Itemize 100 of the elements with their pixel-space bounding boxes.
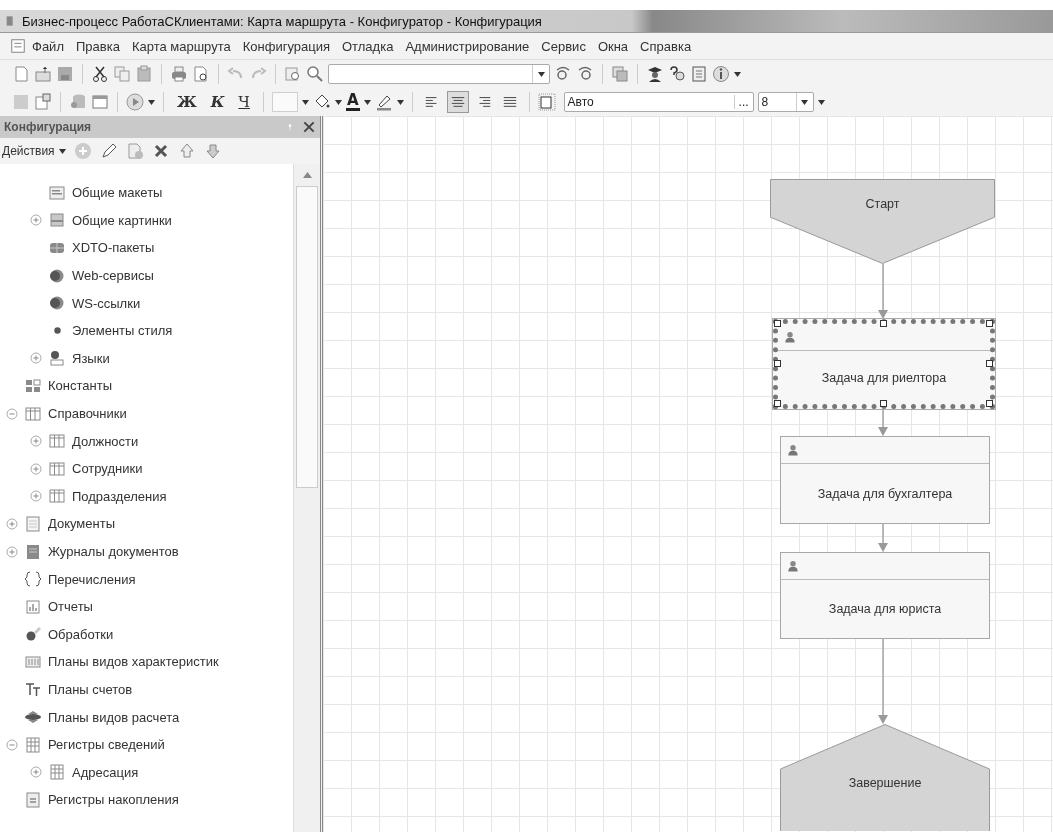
move-down-icon[interactable] xyxy=(203,142,222,160)
tree-item[interactable]: Языки xyxy=(72,350,110,366)
expand-icon[interactable] xyxy=(30,462,42,475)
database-icon[interactable] xyxy=(69,93,87,111)
menu-item[interactable]: Справка xyxy=(634,36,698,56)
tree-item[interactable]: Обработки xyxy=(48,626,114,642)
color-swatch[interactable] xyxy=(271,92,298,112)
tree-item[interactable]: Журналы документов xyxy=(48,544,179,559)
connector-arrow xyxy=(878,408,888,436)
paste-icon[interactable] xyxy=(135,65,153,83)
scrollbar[interactable] xyxy=(293,164,320,832)
expand-icon[interactable] xyxy=(30,490,42,503)
dropdown-caret-icon[interactable] xyxy=(334,99,342,105)
menu-item[interactable]: Файл xyxy=(26,36,70,56)
tree-item[interactable]: Планы видов характеристик xyxy=(48,654,219,670)
tree-item[interactable]: Общие картинки xyxy=(72,212,172,228)
underline-button[interactable]: Ч xyxy=(233,93,255,111)
actions-caret-icon[interactable] xyxy=(58,148,66,154)
tree-item[interactable]: Константы xyxy=(48,378,112,394)
menu-item[interactable]: Отладка xyxy=(336,36,400,56)
menu-item[interactable]: Конфигурация xyxy=(236,36,336,56)
italic-button[interactable]: К xyxy=(205,93,230,111)
dropdown-caret-icon[interactable] xyxy=(801,99,809,105)
info-icon[interactable] xyxy=(712,65,730,83)
grid-cell-icon[interactable] xyxy=(12,93,30,111)
resize-handle[interactable] xyxy=(986,320,993,327)
pencil-icon[interactable] xyxy=(99,142,118,160)
font-field[interactable]: Авто ... xyxy=(563,92,754,112)
find-in-files-icon[interactable] xyxy=(284,65,302,83)
dropdown-caret-icon[interactable] xyxy=(301,99,309,105)
search-icon[interactable] xyxy=(306,65,324,83)
person-icon xyxy=(786,443,800,457)
resize-handle[interactable] xyxy=(774,360,781,367)
tree-item[interactable]: WS-ссылки xyxy=(72,295,141,311)
start-node[interactable]: Старт xyxy=(770,179,995,264)
dropdown-caret-icon[interactable] xyxy=(537,71,545,77)
end-node[interactable]: Завершение xyxy=(780,724,990,831)
resize-handle[interactable] xyxy=(986,400,993,407)
menu-app-icon[interactable] xyxy=(10,38,26,54)
close-icon[interactable] xyxy=(302,120,316,134)
expand-icon[interactable] xyxy=(30,435,42,448)
tree-item[interactable]: Справочники xyxy=(48,406,127,422)
scissors-icon[interactable] xyxy=(91,65,109,83)
tree-item[interactable]: Адресация xyxy=(72,764,139,780)
dropdown-caret-icon[interactable] xyxy=(363,99,371,105)
tree-item[interactable]: Планы счетов xyxy=(48,682,133,697)
tree-item[interactable]: XDTO-пакеты xyxy=(72,240,155,256)
frame-icon[interactable] xyxy=(537,93,556,111)
menu-item[interactable]: Карта маршрута xyxy=(125,36,237,56)
tree-item[interactable]: Планы видов расчета xyxy=(48,709,180,725)
task-node[interactable]: Задача для риелтора xyxy=(773,319,995,409)
run-caret-icon[interactable] xyxy=(148,99,155,105)
tree-item[interactable]: Документы xyxy=(48,516,115,532)
tree-item[interactable]: Регистры сведений xyxy=(48,737,165,753)
expand-icon[interactable] xyxy=(6,517,18,530)
menu-item[interactable]: Правка xyxy=(69,36,126,56)
tree-item[interactable]: Сотрудники xyxy=(72,461,143,477)
menu-item[interactable]: Администрирование xyxy=(399,36,536,56)
save-icon[interactable] xyxy=(56,65,74,83)
tree-item[interactable]: Отчеты xyxy=(48,599,93,615)
tree-item[interactable]: Перечисления xyxy=(48,571,136,587)
actions-menu-button[interactable]: Действия xyxy=(2,144,55,158)
more-caret-icon[interactable] xyxy=(734,71,741,77)
resize-handle[interactable] xyxy=(986,360,993,367)
table-edit-icon[interactable] xyxy=(34,93,52,111)
menu-item[interactable]: Окна xyxy=(591,36,635,56)
resize-handle[interactable] xyxy=(774,320,781,327)
diagram-canvas[interactable]: Старт Задача для риелтора Задача для бухгалтера Задача для юриста Завершение xyxy=(323,116,1053,832)
windows-icon[interactable] xyxy=(611,65,629,83)
print-preview-icon[interactable] xyxy=(192,65,210,83)
form-icon[interactable] xyxy=(91,93,109,111)
resize-handle[interactable] xyxy=(880,320,887,327)
resize-handle[interactable] xyxy=(774,400,781,407)
expand-icon[interactable] xyxy=(30,766,42,779)
open-icon[interactable] xyxy=(34,65,52,83)
more-caret-icon[interactable] xyxy=(817,99,825,105)
font-color-button[interactable]: A xyxy=(345,93,360,111)
font-size-field[interactable]: 8 xyxy=(757,92,814,112)
person-icon xyxy=(786,559,800,573)
bold-button[interactable]: Ж xyxy=(172,93,202,111)
resize-handle[interactable] xyxy=(880,400,887,407)
tree-item[interactable]: Общие макеты xyxy=(72,185,163,201)
graduate-icon[interactable] xyxy=(646,65,664,83)
tree-item[interactable]: Регистры накопления xyxy=(48,792,179,808)
tree-item[interactable]: Подразделения xyxy=(72,488,167,504)
task-node[interactable]: Задача для юриста xyxy=(780,552,990,639)
highlighter-icon[interactable] xyxy=(374,93,393,111)
expand-icon[interactable] xyxy=(30,214,42,227)
task-node[interactable]: Задача для бухгалтера xyxy=(780,436,990,524)
menu-item[interactable]: Сервис xyxy=(535,36,592,56)
tree-item[interactable]: Должности xyxy=(72,433,139,449)
dropdown-caret-icon[interactable] xyxy=(396,99,404,105)
move-up-icon[interactable] xyxy=(177,142,196,160)
scroll-up-icon[interactable] xyxy=(302,172,312,178)
align-center-button[interactable] xyxy=(446,91,469,113)
tree-item[interactable]: Элементы стиля xyxy=(72,323,173,339)
tree-item[interactable]: Web-сервисы xyxy=(72,268,154,284)
expand-icon[interactable] xyxy=(6,545,18,558)
expand-icon[interactable] xyxy=(30,352,42,365)
help-search-icon[interactable] xyxy=(668,65,686,83)
